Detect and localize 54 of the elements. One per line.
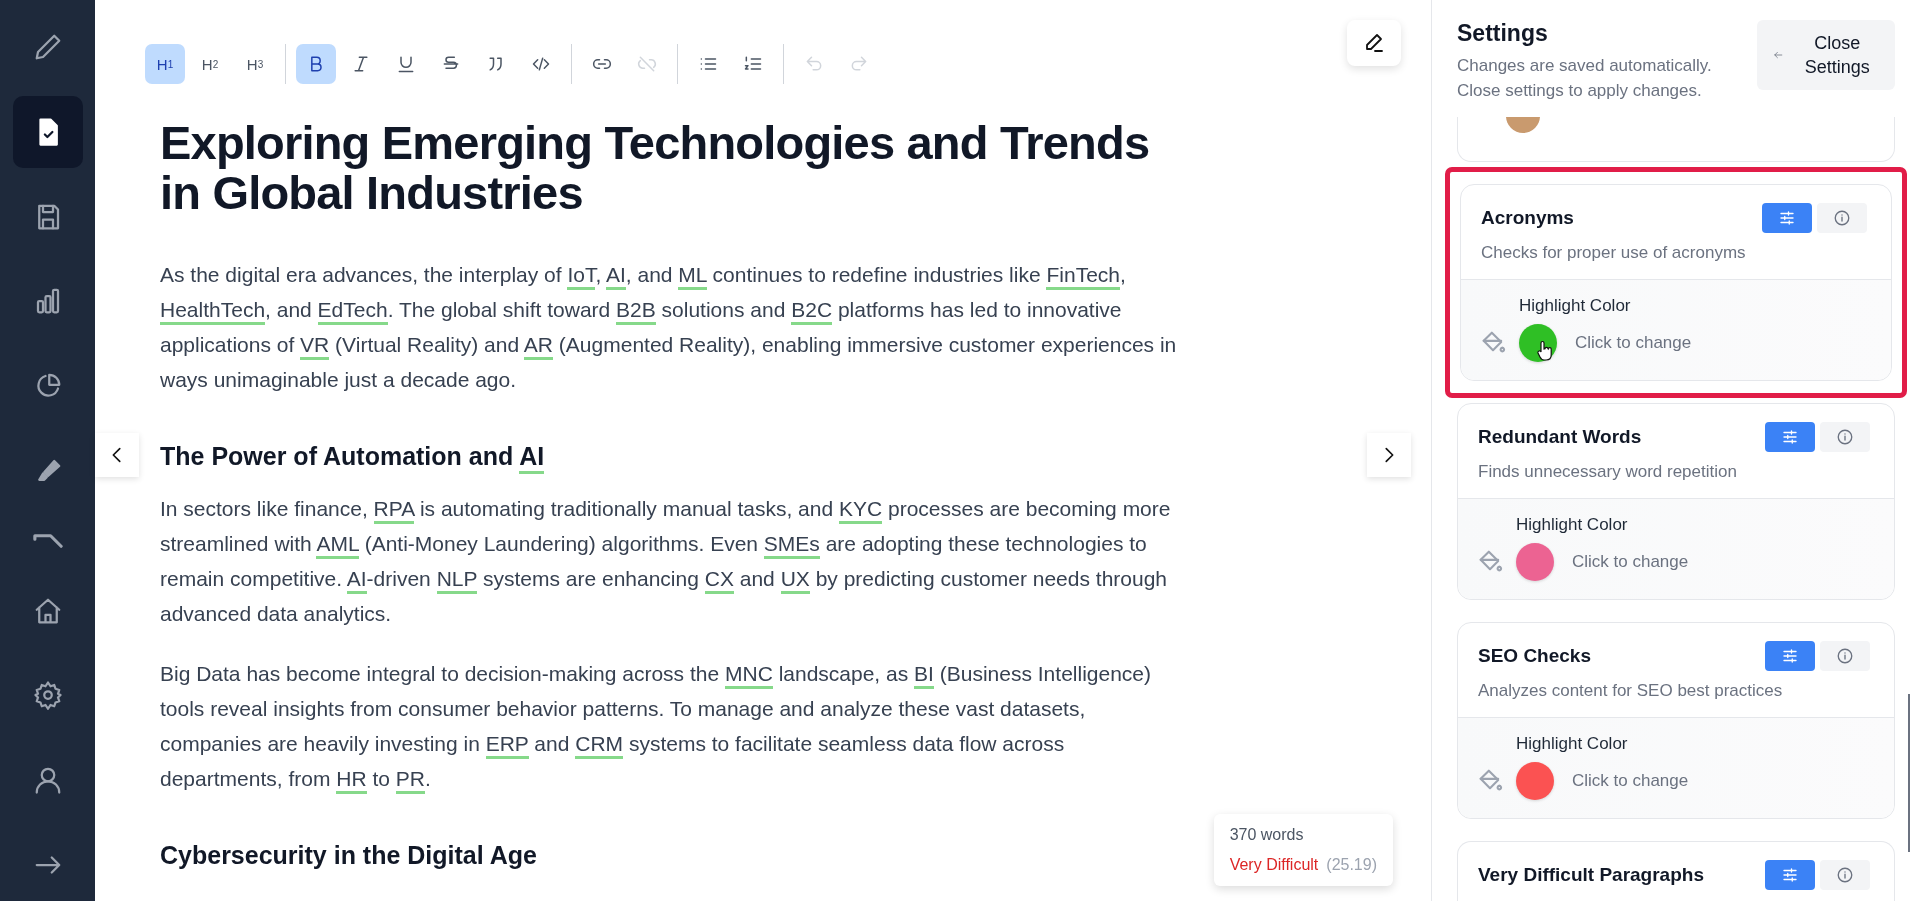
- paragraph: In sectors like finance, RPA is automating traditionally manual tasks, and KYC processes are becoming more streamlined with AML (Anti-Money Laundering) algorithms. Even SMEs are adopting these technologies to remain competitive. AI-driven NLP systems are enhancing CX and UX by predicting customer needs through advanced data analytics.: [160, 496, 1172, 627]
- info-button[interactable]: [1817, 203, 1867, 233]
- info-button[interactable]: [1820, 422, 1870, 452]
- change-color-hint: Click to change: [1572, 771, 1689, 791]
- info-button[interactable]: [1820, 860, 1870, 890]
- paragraph: As the digital era advances, the interplay of IoT, AI, and ML continues to redefine industries like FinTech, HealthTech, and EdTech. The global shift toward B2B solutions and B2C platforms has led to innovative applications of VR (Virtual Reality) and AR (Augmented Reality), enabling immersive customer experiences in ways unimaginable just a decade ago.: [160, 262, 1178, 393]
- change-color-hint: Click to change: [1575, 333, 1692, 353]
- section-heading: Cybersecurity in the Digital Age: [160, 840, 538, 871]
- sliders-icon: [1781, 428, 1799, 446]
- underline-icon: [396, 54, 416, 74]
- options-button[interactable]: [1762, 203, 1812, 233]
- card-description: Analyzes content for SEO best practices: [1478, 681, 1784, 701]
- unlink-icon: [637, 54, 657, 74]
- color-swatch[interactable]: [1516, 543, 1554, 581]
- card-description: Checks for proper use of acronyms: [1481, 243, 1747, 263]
- difficulty-label: Very Difficult: [1229, 856, 1319, 873]
- word-count: 370 words: [1229, 826, 1305, 844]
- card-title: Redundant Words: [1478, 426, 1642, 448]
- code-icon: [531, 54, 551, 74]
- sliders-icon: [1781, 866, 1799, 884]
- options-button[interactable]: [1765, 860, 1815, 890]
- card-title: SEO Checks: [1478, 645, 1591, 667]
- card-title: Acronyms: [1481, 207, 1574, 229]
- options-button[interactable]: [1765, 641, 1815, 671]
- undo-icon: [804, 54, 824, 74]
- paragraph: Big Data has become integral to decision-making across the MNC landscape, as BI (Business Intelligence) tools reveal insights from consumer behavior patterns. To manage and analyze these vast datasets, companies are heavily investing in ERP and CRM systems to facilitate seamless data flow across departments, from HR to PR.: [160, 656, 1190, 796]
- color-swatch[interactable]: [1516, 762, 1554, 800]
- difficulty-score: (25.19): [1326, 856, 1377, 873]
- close-settings-button[interactable]: Close Settings: [1757, 20, 1895, 90]
- document-title: Exploring Emerging Technologies and Trends in Global Industries: [160, 118, 1150, 218]
- sliders-icon: [1781, 647, 1799, 665]
- info-icon: [1836, 647, 1854, 665]
- edit-button[interactable]: [1347, 20, 1401, 66]
- sidebar-item[interactable]: [12, 95, 83, 168]
- field-label: Highlight Color: [1519, 296, 1632, 316]
- panel-title: Settings: [1457, 20, 1549, 47]
- italic-icon: [351, 54, 371, 74]
- bold-button[interactable]: [296, 44, 336, 84]
- info-icon: [1836, 428, 1854, 446]
- panel-subtitle: Changes are saved automatically. Close settings to apply changes.: [1457, 55, 1713, 102]
- info-icon: [1836, 866, 1854, 884]
- card-description: Finds unnecessary word repetition: [1478, 462, 1738, 482]
- section-heading: The Power of Automation and AI: [160, 440, 1190, 472]
- redo-icon: [849, 54, 869, 74]
- options-button[interactable]: [1765, 422, 1815, 452]
- settings-icon: [32, 680, 63, 711]
- field-label: Highlight Color: [1516, 515, 1629, 535]
- sliders-icon: [1778, 209, 1796, 227]
- curve-icon: [32, 533, 63, 548]
- info-button[interactable]: [1820, 641, 1870, 671]
- field-label: Highlight Color: [1516, 734, 1629, 754]
- change-color-hint: Click to change: [1572, 552, 1689, 572]
- card-title: Very Difficult Paragraphs: [1478, 864, 1704, 886]
- info-icon: [1833, 209, 1851, 227]
